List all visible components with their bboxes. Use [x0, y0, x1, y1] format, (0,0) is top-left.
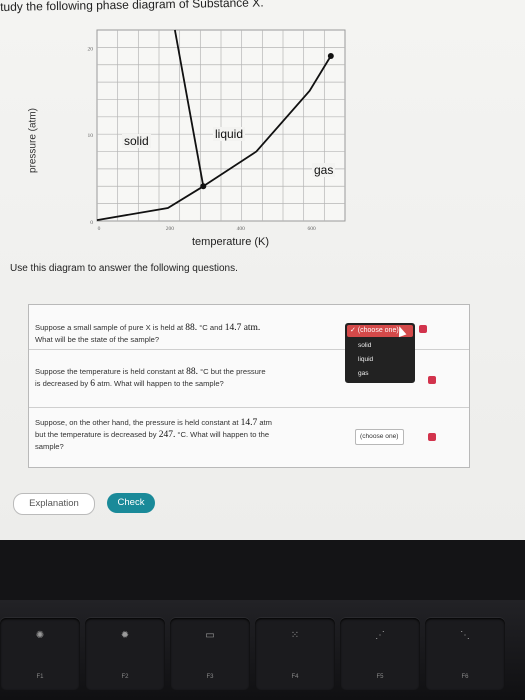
screen: tudy the following phase diagram of Subs…: [0, 0, 525, 540]
brightness-up-icon: ✹: [120, 630, 130, 641]
keyboard: ✺ F1 ✹ F2 ▭ F3 ⁙ F4 ⋰ F5 ⋱ F6: [0, 600, 525, 700]
phase-diagram: 20 10 00 200 400 600: [88, 29, 346, 232]
brightness-down-icon: ✺: [35, 630, 45, 641]
dropdown-option-gas[interactable]: gas: [358, 370, 368, 377]
dropdown-option-liquid[interactable]: liquid: [358, 356, 373, 363]
answer-3-dropdown[interactable]: (choose one): [355, 429, 404, 445]
answer-2-alert-icon[interactable]: [428, 376, 436, 384]
page-title: tudy the following phase diagram of Subs…: [0, 0, 264, 14]
key-f2[interactable]: ✹ F2: [85, 618, 165, 690]
critical-point: [327, 53, 334, 60]
answer-3-alert-icon[interactable]: [428, 433, 436, 441]
explanation-button[interactable]: Explanation: [13, 493, 95, 515]
y-tick-label: 20: [88, 46, 94, 52]
x-tick-label: 200: [166, 226, 175, 232]
keyboard-light-down-icon: ⋰: [375, 630, 385, 641]
answer-1-alert-icon[interactable]: [419, 325, 427, 333]
key-f5[interactable]: ⋰ F5: [340, 618, 420, 690]
grid: [96, 29, 346, 222]
x-tick-label: 0: [98, 226, 101, 232]
question-3-text: Suppose, on the other hand, the pressure…: [35, 418, 272, 451]
mission-control-icon: ▭: [205, 630, 215, 641]
triple-point: [200, 183, 207, 190]
x-tick-label: 400: [237, 226, 246, 232]
region-label-solid: solid: [122, 134, 151, 148]
question-1-text: Suppose a small sample of pure X is held…: [35, 323, 261, 344]
y-tick-label: 0: [90, 220, 93, 226]
dropdown-option-solid[interactable]: solid: [358, 342, 371, 349]
launchpad-icon: ⁙: [290, 630, 300, 641]
question-2-text: Suppose the temperature is held constant…: [35, 367, 266, 389]
key-f4[interactable]: ⁙ F4: [255, 618, 335, 690]
key-f3[interactable]: ▭ F3: [170, 618, 250, 690]
keyboard-light-up-icon: ⋱: [460, 630, 470, 641]
region-label-liquid: liquid: [213, 127, 246, 141]
y-axis-title: pressure (atm): [27, 108, 39, 174]
key-f6[interactable]: ⋱ F6: [425, 618, 505, 690]
key-f1[interactable]: ✺ F1: [0, 618, 80, 690]
x-tick-label: 600: [307, 226, 316, 232]
x-axis-title: temperature (K): [192, 236, 270, 248]
region-label-gas: gas: [312, 163, 336, 177]
instructions: Use this diagram to answer the following…: [10, 263, 238, 274]
y-tick-label: 10: [88, 133, 94, 139]
check-button[interactable]: Check: [107, 493, 155, 513]
